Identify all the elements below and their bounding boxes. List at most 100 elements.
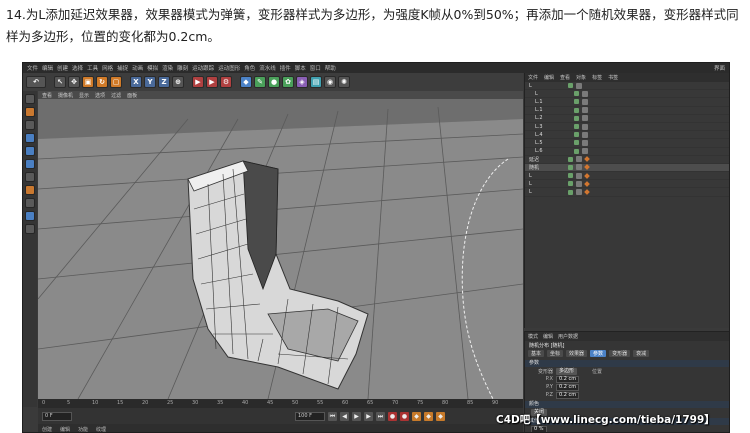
viewport-menu-item[interactable]: 面板 — [127, 92, 137, 99]
menu-item[interactable]: 选择 — [72, 64, 83, 72]
menu-item[interactable]: 脚本 — [295, 64, 306, 72]
texture-mode-icon[interactable] — [25, 107, 35, 117]
viewport-menu-item[interactable]: 选项 — [95, 92, 105, 99]
visibility-check-icon[interactable] — [568, 83, 573, 89]
coordinate-system-icon[interactable]: ⊕ — [172, 76, 184, 88]
attribute-subtab[interactable]: 坐标 — [547, 350, 564, 357]
material-menu-item[interactable]: 纹理 — [96, 426, 106, 433]
object-row[interactable]: L.4 — [525, 131, 729, 140]
attribute-menu-item[interactable]: 编辑 — [543, 333, 553, 340]
y-axis-button[interactable]: Y — [144, 76, 156, 88]
visibility-check-icon[interactable] — [568, 181, 573, 187]
snap-icon[interactable] — [25, 198, 35, 208]
key-rotation-icon[interactable]: ◆ — [436, 411, 445, 421]
menu-item[interactable]: 网格 — [102, 64, 113, 72]
object-row[interactable]: L — [525, 188, 729, 197]
viewport-menu-item[interactable]: 过滤 — [111, 92, 121, 99]
recent-tool-icon[interactable]: ▢ — [110, 76, 122, 88]
end-frame-field[interactable]: 100 F — [295, 411, 325, 421]
move-icon[interactable]: ✥ — [68, 76, 80, 88]
timeline-ruler[interactable]: 0 5 10 15 20 25 30 35 40 45 50 55 60 65 70 75 80 85 90 — [38, 399, 523, 408]
axis-mode-icon[interactable] — [25, 172, 35, 182]
visibility-check-icon[interactable] — [574, 91, 579, 97]
record-icon[interactable]: ● — [388, 411, 397, 421]
visibility-check-icon[interactable] — [574, 140, 579, 146]
object-row[interactable]: L.5 — [525, 139, 729, 148]
attribute-subtab[interactable]: 基本 — [528, 350, 545, 357]
select-icon[interactable]: ↖ — [54, 76, 66, 88]
menu-item[interactable]: 文件 — [27, 64, 38, 72]
cube-icon[interactable]: ◆ — [240, 76, 252, 88]
render-view-icon[interactable]: ▶ — [192, 76, 204, 88]
scale-icon[interactable]: ▣ — [82, 76, 94, 88]
menu-item[interactable]: 运动图形 — [218, 64, 240, 72]
object-menu-item[interactable]: 查看 — [560, 74, 570, 81]
object-row[interactable]: L.6 — [525, 148, 729, 156]
render-picture-viewer-icon[interactable]: ▶ — [206, 76, 218, 88]
lock-workplane-icon[interactable] — [25, 211, 35, 221]
array-icon[interactable]: ✿ — [282, 76, 294, 88]
attribute-subtab[interactable]: 参数 — [590, 350, 607, 357]
object-row[interactable]: L — [525, 180, 729, 189]
object-row[interactable]: L — [525, 82, 729, 91]
menu-item[interactable]: 动画 — [132, 64, 143, 72]
object-row[interactable]: L.1 — [525, 107, 729, 115]
polygons-mode-icon[interactable] — [25, 159, 35, 169]
material-menu-item[interactable]: 编辑 — [60, 426, 70, 433]
viewport-menu-item[interactable]: 显示 — [79, 92, 89, 99]
object-row[interactable]: 随机 — [525, 163, 729, 173]
play-icon[interactable]: ▶ — [352, 411, 361, 421]
menu-item[interactable]: 创建 — [57, 64, 68, 72]
object-menu-item[interactable]: 文件 — [528, 74, 538, 81]
visibility-check-icon[interactable] — [568, 156, 573, 162]
menu-item[interactable]: 角色 — [244, 64, 255, 72]
menu-item[interactable]: 插件 — [280, 64, 291, 72]
object-menu-item[interactable]: 书签 — [608, 74, 618, 81]
visibility-check-icon[interactable] — [574, 148, 579, 154]
deformer-icon[interactable]: ◈ — [296, 76, 308, 88]
camera-icon[interactable]: ◉ — [324, 76, 336, 88]
menu-item[interactable]: 运动跟踪 — [192, 64, 214, 72]
position-y-field[interactable]: 0.2 cm — [556, 383, 580, 391]
menu-item[interactable]: 雕刻 — [177, 64, 188, 72]
render-settings-icon[interactable]: ⚙ — [220, 76, 232, 88]
menu-item[interactable]: 捕捉 — [117, 64, 128, 72]
rotate-icon[interactable]: ↻ — [96, 76, 108, 88]
object-row[interactable]: L.1 — [525, 98, 729, 107]
nurbs-icon[interactable]: ● — [268, 76, 280, 88]
visibility-check-icon[interactable] — [574, 115, 579, 121]
menu-item[interactable]: 流水线 — [259, 64, 276, 72]
go-to-start-icon[interactable]: ⏮ — [328, 411, 337, 421]
object-menu-item[interactable]: 编辑 — [544, 74, 554, 81]
autokey-icon[interactable]: ● — [400, 411, 409, 421]
undo-icon[interactable]: ↶ — [26, 76, 46, 88]
visibility-check-icon[interactable] — [574, 124, 579, 130]
menu-item[interactable]: 编辑 — [42, 64, 53, 72]
visibility-check-icon[interactable] — [568, 173, 573, 179]
attribute-subtab[interactable]: 变形器 — [609, 350, 631, 357]
visibility-check-icon[interactable] — [574, 107, 579, 113]
menu-item[interactable]: 渲染 — [162, 64, 173, 72]
next-key-icon[interactable]: ▶ — [364, 411, 373, 421]
visibility-check-icon[interactable] — [568, 189, 573, 195]
menu-item[interactable]: 模拟 — [147, 64, 158, 72]
object-row[interactable]: L — [525, 172, 729, 181]
model-mode-icon[interactable] — [25, 94, 35, 104]
spline-pen-icon[interactable]: ✎ — [254, 76, 266, 88]
menu-item[interactable]: 窗口 — [310, 64, 321, 72]
go-to-end-icon[interactable]: ⏭ — [376, 411, 385, 421]
position-x-field[interactable]: 0.2 cm — [556, 375, 580, 383]
position-z-field[interactable]: 0.2 cm — [556, 391, 580, 399]
light-icon[interactable]: ✺ — [338, 76, 350, 88]
object-row[interactable]: L — [525, 90, 729, 99]
x-axis-button[interactable]: X — [130, 76, 142, 88]
visibility-check-icon[interactable] — [568, 164, 573, 170]
menu-item[interactable]: 帮助 — [325, 64, 336, 72]
material-menu-item[interactable]: 创建 — [42, 426, 52, 433]
attribute-subtab[interactable]: 衰减 — [633, 350, 650, 357]
material-menu-item[interactable]: 功能 — [78, 426, 88, 433]
key-position-icon[interactable]: ◆ — [412, 411, 421, 421]
deformer-mode-dropdown[interactable]: 多边形 — [556, 367, 578, 375]
perspective-viewport[interactable]: 查看 摄像机 显示 选项 过滤 面板 — [38, 91, 523, 399]
object-menu-item[interactable]: 标签 — [592, 74, 602, 81]
